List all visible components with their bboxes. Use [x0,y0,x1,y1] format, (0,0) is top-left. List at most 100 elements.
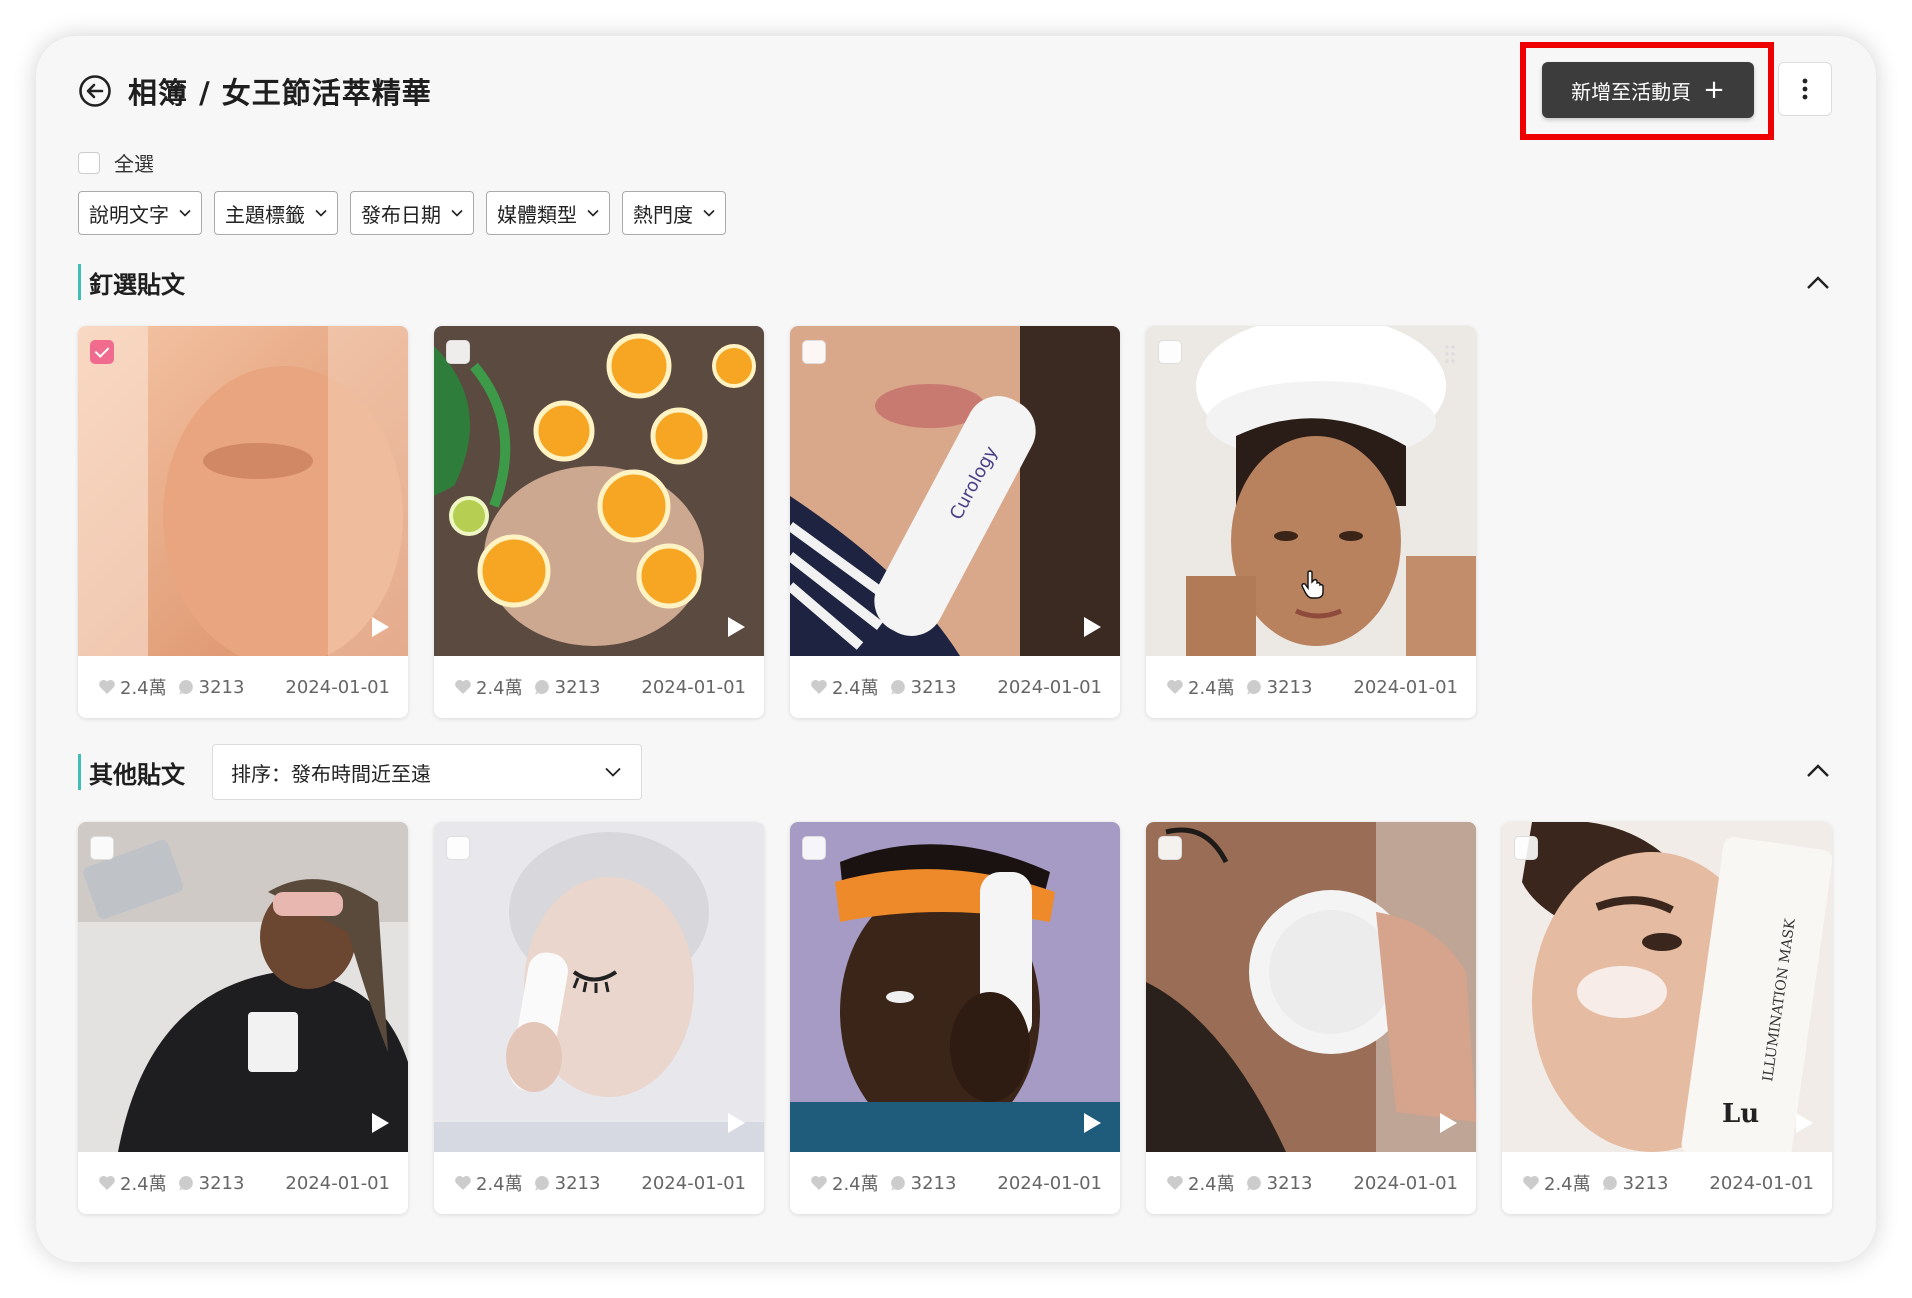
post-thumbnail[interactable] [1146,326,1476,656]
post-stats: 2.4萬 3213 2024-01-01 [78,656,408,718]
post-checkbox[interactable] [1158,340,1182,364]
post-card[interactable]: 2.4萬 3213 2024-01-01 [790,822,1120,1214]
comment-icon [1246,680,1261,695]
pinned-post-card[interactable]: 2.4萬 3213 2024-01-01 [78,326,408,718]
post-checkbox[interactable] [90,836,114,860]
section-accent-bar [78,264,81,300]
chevron-up-icon[interactable] [1806,762,1830,778]
likes-count: 2.4萬 [832,1174,879,1195]
filter-label: 說明文字 [89,202,169,227]
post-date: 2024-01-01 [997,676,1102,698]
post-date: 2024-01-01 [285,1172,390,1194]
post-image: ILLUMINATION MASK Lu [1502,822,1832,1152]
post-checkbox[interactable] [802,340,826,364]
back-arrow-icon[interactable] [78,74,112,108]
likes-count: 2.4萬 [120,678,167,699]
heart-icon [811,1175,827,1190]
post-thumbnail[interactable] [78,326,408,656]
post-checkbox[interactable] [446,340,470,364]
heart-icon [811,679,827,694]
comments-stat: 3213 [533,676,601,698]
post-checkbox[interactable] [1514,836,1538,860]
post-thumbnail[interactable] [78,822,408,1152]
comment-icon [534,680,549,695]
pinned-post-card[interactable]: 2.4萬 3213 2024-01-01 [434,326,764,718]
post-image: Curology [790,326,1120,656]
post-thumbnail[interactable] [790,822,1120,1152]
post-date: 2024-01-01 [641,676,746,698]
post-card[interactable]: 2.4萬 3213 2024-01-01 [1146,822,1476,1214]
post-thumbnail[interactable]: ILLUMINATION MASK Lu [1502,822,1832,1152]
filter-caption[interactable]: 說明文字 [78,191,202,235]
comment-icon [890,680,905,695]
filter-label: 主題標籤 [225,202,305,227]
sort-label: 排序：發布時間近至遠 [231,761,431,786]
post-stats: 2.4萬 3213 2024-01-01 [434,656,764,718]
likes-stat: 2.4萬 [810,674,879,700]
filter-label: 熱門度 [633,202,693,227]
post-thumbnail[interactable] [434,326,764,656]
chevron-up-icon[interactable] [1806,274,1830,290]
play-icon [1796,1113,1813,1133]
more-options-button[interactable] [1778,62,1832,116]
post-image [434,822,764,1152]
likes-stat: 2.4萬 [454,1170,523,1196]
drag-handle-icon[interactable] [1444,344,1456,364]
post-stats: 2.4萬 3213 2024-01-01 [790,1152,1120,1214]
pinned-post-card[interactable]: 2.4萬 3213 2024-01-01 [1146,326,1476,718]
album-window: 相簿 / 女王節活萃精華 新增至活動頁 + 全選 說明文字 主題標籤 發布日期 … [36,36,1876,1262]
chevron-down-icon [179,209,191,217]
post-card[interactable]: ILLUMINATION MASK Lu 2.4萬 3213 2024-01-0… [1502,822,1832,1214]
filter-hashtag[interactable]: 主題標籤 [214,191,338,235]
comments-stat: 3213 [889,676,957,698]
comments-stat: 3213 [1245,677,1312,698]
sort-select[interactable]: 排序：發布時間近至遠 [212,744,642,800]
post-stats: 2.4萬 3213 2024-01-01 [434,1152,764,1214]
post-thumbnail[interactable] [1146,822,1476,1152]
comment-icon [178,680,193,695]
comment-icon [178,1176,193,1191]
pinned-section-header: 釘選貼文 [78,264,185,300]
likes-stat: 2.4萬 [1166,1170,1235,1196]
post-checkbox[interactable] [1158,836,1182,860]
post-date: 2024-01-01 [1709,1172,1814,1194]
post-image [78,822,408,1152]
hand-cursor-icon [1301,570,1324,599]
page-title: 相簿 / 女王節活萃精華 [128,76,432,110]
comments-count: 3213 [554,1172,601,1194]
comments-count: 3213 [554,676,601,698]
likes-count: 2.4萬 [1188,678,1235,699]
likes-count: 2.4萬 [476,678,523,699]
post-checkbox[interactable] [90,340,114,364]
heart-icon [1523,1175,1539,1190]
pinned-post-card[interactable]: Curology 2.4萬 3213 2024-01-01 [790,326,1120,718]
likes-stat: 2.4萬 [454,674,523,700]
comments-stat: 3213 [177,1173,244,1194]
heart-icon [99,1175,115,1190]
post-date: 2024-01-01 [1353,676,1458,698]
play-icon [372,1113,389,1133]
add-button-label: 新增至活動頁 [1571,79,1692,104]
post-image [1146,326,1476,656]
post-checkbox[interactable] [802,836,826,860]
post-thumbnail[interactable]: Curology [790,326,1120,656]
select-all-checkbox[interactable] [78,151,100,174]
filter-bar: 說明文字 主題標籤 發布日期 媒體類型 熱門度 [78,191,726,235]
select-all[interactable]: 全選 [78,148,154,177]
heart-icon [1167,679,1183,694]
filter-popularity[interactable]: 熱門度 [622,191,726,235]
pinned-section-title: 釘選貼文 [89,270,185,299]
play-icon [728,617,745,637]
post-card[interactable]: 2.4萬 3213 2024-01-01 [78,822,408,1214]
add-to-event-page-button[interactable]: 新增至活動頁 + [1542,62,1754,118]
filter-publish-date[interactable]: 發布日期 [350,191,474,235]
svg-text:Lu: Lu [1722,1099,1759,1129]
heart-icon [455,679,471,694]
plus-icon: + [1703,75,1725,105]
comments-count: 3213 [910,676,957,698]
post-card[interactable]: 2.4萬 3213 2024-01-01 [434,822,764,1214]
post-checkbox[interactable] [446,836,470,860]
play-icon [372,617,389,637]
filter-media-type[interactable]: 媒體類型 [486,191,610,235]
post-thumbnail[interactable] [434,822,764,1152]
